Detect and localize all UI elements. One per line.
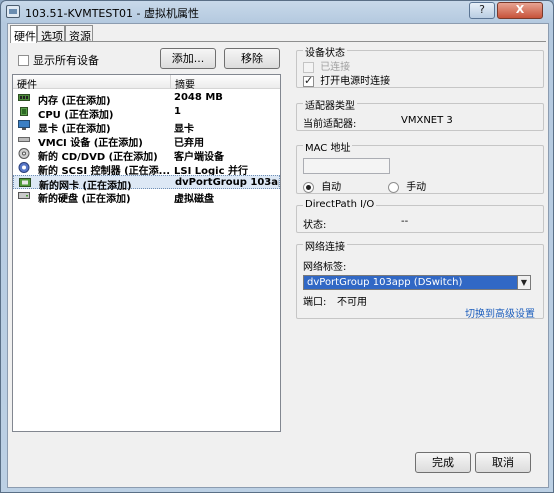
column-summary[interactable]: 摘要 — [170, 75, 195, 91]
tab-divider — [10, 41, 546, 42]
chevron-down-icon[interactable]: ▼ — [517, 276, 530, 289]
connected-checkbox-box[interactable] — [303, 61, 314, 73]
cpu-icon — [20, 107, 28, 116]
vm-properties-window: 103.51-KVMTEST01 - 虚拟机属性 ? X 硬件 选项 资源 显示… — [0, 0, 554, 493]
title-bar[interactable]: 103.51-KVMTEST01 - 虚拟机属性 ? X — [1, 1, 553, 23]
port-value: 不可用 — [337, 297, 367, 308]
memory-icon — [18, 94, 30, 101]
connect-at-power-on-checkbox[interactable]: 打开电源时连接 — [303, 72, 390, 87]
hardware-row-hard-disk[interactable]: 新的硬盘 (正在添加) 虚拟磁盘 — [13, 189, 280, 205]
network-connection-group: 网络连接 网络标签: dvPortGroup 103app (DSwitch) … — [296, 238, 544, 320]
hardware-summary: 虚拟磁盘 — [174, 194, 214, 205]
show-all-devices-label: 显示所有设备 — [33, 54, 99, 67]
connect-at-power-on-label: 打开电源时连接 — [320, 76, 391, 87]
network-label-select[interactable]: dvPortGroup 103app (DSwitch) ▼ — [303, 275, 531, 290]
hardware-row-cd-dvd[interactable]: 新的 CD/DVD (正在添加) 客户端设备 — [13, 147, 280, 163]
network-label-selected: dvPortGroup 103app (DSwitch) — [307, 277, 463, 288]
tab-resources[interactable]: 资源 — [65, 25, 93, 43]
hardware-row-scsi-controller[interactable]: 新的 SCSI 控制器 (正在添... LSI Logic 并行 — [13, 161, 280, 177]
display-icon — [18, 120, 30, 130]
cd-dvd-icon — [18, 148, 30, 159]
tab-options[interactable]: 选项 — [37, 25, 65, 43]
hardware-row-memory[interactable]: 内存 (正在添加) 2048 MB — [13, 91, 280, 107]
directpath-status-value: -- — [401, 216, 409, 227]
current-adapter-value: VMXNET 3 — [401, 115, 453, 126]
mac-manual-label: 手动 — [406, 182, 427, 193]
mac-address-group: MAC 地址 自动 手动 — [296, 139, 544, 194]
hardware-summary: 2048 MB — [174, 92, 223, 103]
cancel-button[interactable]: 取消 — [475, 452, 531, 473]
hardware-list[interactable]: 硬件 摘要 内存 (正在添加) 2048 MB CPU (正在添加) 1 显卡 … — [12, 74, 281, 432]
connect-at-power-on-checkbox-box[interactable] — [303, 74, 314, 87]
vm-app-icon — [6, 5, 20, 18]
hardware-row-cpu[interactable]: CPU (正在添加) 1 — [13, 105, 280, 121]
help-button[interactable]: ? — [469, 2, 495, 19]
finish-button[interactable]: 完成 — [415, 452, 471, 473]
network-connection-title: 网络连接 — [303, 238, 347, 253]
window-title: 103.51-KVMTEST01 - 虚拟机属性 — [25, 7, 200, 20]
hardware-summary: dvPortGroup 103app... — [175, 177, 279, 188]
column-hardware[interactable]: 硬件 — [17, 76, 37, 91]
mac-auto-radio[interactable]: 自动 — [303, 178, 341, 193]
hardware-summary: 1 — [174, 106, 181, 117]
directpath-status-label: 状态: — [303, 220, 327, 231]
network-card-icon — [19, 178, 31, 187]
mac-auto-radio-dot[interactable] — [303, 181, 314, 193]
dialog-content: 硬件 选项 资源 显示所有设备 添加... 移除 硬件 摘要 内存 (正在添加)… — [7, 23, 549, 488]
mac-address-field[interactable] — [303, 158, 390, 174]
mac-address-title: MAC 地址 — [303, 139, 353, 154]
scsi-controller-icon — [18, 162, 30, 173]
vmci-icon — [18, 137, 30, 142]
device-status-title: 设备状态 — [303, 44, 347, 59]
advanced-settings-link[interactable]: 切换到高级设置 — [465, 305, 535, 320]
device-status-group: 设备状态 已连接 打开电源时连接 — [296, 44, 544, 88]
network-label-caption: 网络标签: — [303, 262, 347, 273]
directpath-title: DirectPath I/O — [303, 199, 377, 210]
connected-checkbox[interactable]: 已连接 — [303, 58, 350, 73]
hard-disk-icon — [18, 192, 30, 199]
adapter-type-title: 适配器类型 — [303, 97, 357, 112]
port-label: 端口: — [303, 297, 327, 308]
mac-manual-radio-dot[interactable] — [388, 181, 399, 193]
current-adapter-label: 当前适配器: — [303, 119, 357, 130]
mac-auto-label: 自动 — [321, 182, 342, 193]
directpath-group: DirectPath I/O 状态: -- — [296, 199, 544, 233]
mac-manual-radio[interactable]: 手动 — [388, 178, 426, 193]
adapter-type-group: 适配器类型 当前适配器: VMXNET 3 — [296, 97, 544, 131]
hardware-row-display[interactable]: 显卡 (正在添加) 显卡 — [13, 119, 280, 135]
tab-hardware[interactable]: 硬件 — [10, 25, 37, 43]
hardware-row-network-card[interactable]: 新的网卡 (正在添加) dvPortGroup 103app... — [13, 175, 280, 192]
checkbox-box[interactable] — [18, 54, 29, 66]
add-device-button[interactable]: 添加... — [160, 48, 216, 69]
hardware-name: 新的硬盘 (正在添加) — [38, 194, 131, 205]
hardware-row-vmci[interactable]: VMCI 设备 (正在添加) 已弃用 — [13, 133, 280, 149]
hardware-list-header: 硬件 摘要 — [13, 75, 280, 91]
show-all-devices-checkbox[interactable]: 显示所有设备 — [18, 52, 99, 68]
remove-device-button[interactable]: 移除 — [224, 48, 280, 69]
close-button[interactable]: X — [497, 2, 543, 19]
